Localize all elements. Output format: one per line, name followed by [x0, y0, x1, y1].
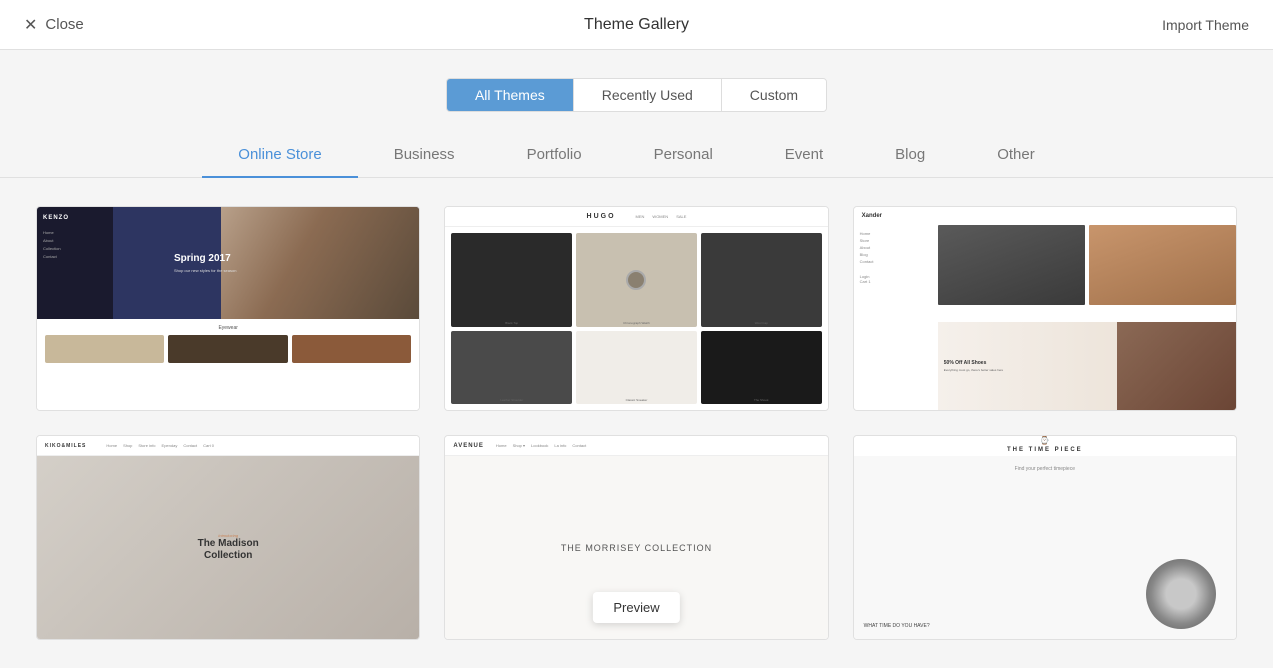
category-event[interactable]: Event	[749, 132, 859, 177]
category-business[interactable]: Business	[358, 132, 491, 177]
category-personal[interactable]: Personal	[618, 132, 749, 177]
theme-card-kenzo[interactable]: KENZO Home About Collection Contact Spri…	[36, 206, 420, 411]
theme-card-avenue[interactable]: AVENUE Home Shop ▾ Lookbook La info Cont…	[444, 435, 828, 640]
themes-grid: KENZO Home About Collection Contact Spri…	[0, 178, 1273, 668]
clock-icon: ⌚	[1040, 436, 1050, 445]
page-title: Theme Gallery	[584, 16, 689, 34]
category-blog[interactable]: Blog	[859, 132, 961, 177]
category-portfolio[interactable]: Portfolio	[491, 132, 618, 177]
filter-section: All Themes Recently Used Custom	[0, 50, 1273, 132]
theme-card-hugo[interactable]: HUGO MEN WOMEN SALE Black Top Chronograp…	[444, 206, 828, 411]
filter-tabs: All Themes Recently Used Custom	[446, 78, 827, 112]
category-online-store[interactable]: Online Store	[202, 132, 357, 177]
theme-xander-preview: Xander Home Store About Blog Contact Log…	[854, 207, 1236, 410]
theme-kenzo-preview: KENZO Home About Collection Contact Spri…	[37, 207, 419, 410]
header: ✕ Close Theme Gallery Import Theme	[0, 0, 1273, 50]
filter-tab-recent[interactable]: Recently Used	[574, 79, 722, 111]
theme-madison-preview: KIKO&MILES Home Shop Store info Ependay …	[37, 436, 419, 639]
watch-image	[1146, 559, 1216, 629]
import-theme-button[interactable]: Import Theme	[1162, 17, 1249, 33]
theme-card-madison[interactable]: KIKO&MILES Home Shop Store info Ependay …	[36, 435, 420, 640]
close-icon: ✕	[24, 15, 37, 35]
category-nav: Online Store Business Portfolio Personal…	[0, 132, 1273, 178]
theme-card-timepiece[interactable]: ⌚ THE TIME PIECE HOME SHOP ABOUT CONTACT…	[853, 435, 1237, 640]
theme-hugo-preview: HUGO MEN WOMEN SALE Black Top Chronograp…	[445, 207, 827, 410]
theme-timepiece-preview: ⌚ THE TIME PIECE HOME SHOP ABOUT CONTACT…	[854, 436, 1236, 639]
filter-tab-custom[interactable]: Custom	[722, 79, 826, 111]
close-button[interactable]: ✕ Close	[24, 15, 84, 35]
filter-tab-all[interactable]: All Themes	[447, 79, 574, 111]
theme-card-xander[interactable]: Xander Home Store About Blog Contact Log…	[853, 206, 1237, 411]
close-label: Close	[45, 16, 83, 33]
category-other[interactable]: Other	[961, 132, 1071, 177]
preview-button[interactable]: Preview	[593, 592, 679, 623]
